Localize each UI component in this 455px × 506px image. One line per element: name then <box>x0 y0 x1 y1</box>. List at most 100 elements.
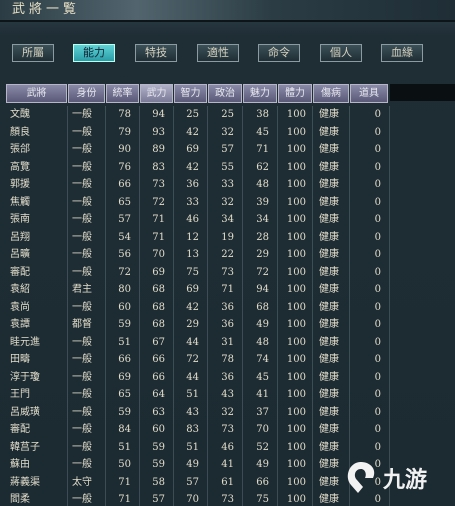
officer-rank: 太守 <box>72 476 92 488</box>
table-row[interactable]: 袁紹 君主 80 68 69 71 94 100 健康 0 <box>4 281 455 299</box>
stat-lead: 50 <box>118 459 131 470</box>
officer-rank: 一般 <box>72 179 92 190</box>
tab-affiliation[interactable]: 所屬 <box>12 44 54 62</box>
table-row[interactable]: 呂翔 一般 54 71 12 19 28 100 健康 0 <box>4 229 455 247</box>
officer-rank: 一般 <box>72 196 92 208</box>
stat-pol: 22 <box>221 249 234 260</box>
table-row[interactable]: 張南 一般 57 71 46 34 34 100 健康 0 <box>4 211 455 229</box>
column-header-condition[interactable]: 傷病 <box>313 84 349 103</box>
stat-pol: 73 <box>221 266 234 278</box>
tab-orders[interactable]: 命令 <box>258 44 300 62</box>
column-header-war[interactable]: 武力 <box>140 84 173 103</box>
table-row[interactable]: 呂曠 一般 56 70 13 22 29 100 健康 0 <box>4 246 455 264</box>
officer-condition: 健康 <box>319 231 339 243</box>
officer-rank: 都督 <box>72 319 92 330</box>
stat-war: 89 <box>152 144 165 155</box>
column-header-rank[interactable]: 身份 <box>68 84 105 103</box>
officer-item-count: 0 <box>374 161 381 173</box>
stat-hp: 100 <box>286 389 306 400</box>
stat-int: 70 <box>186 494 199 505</box>
column-header-item[interactable]: 道具 <box>350 84 388 103</box>
stat-chr: 49 <box>256 459 269 470</box>
officer-rank: 一般 <box>72 161 92 173</box>
table-row[interactable]: 審配 一般 84 60 83 73 70 100 健康 0 <box>4 421 455 439</box>
officer-name: 審配 <box>10 424 30 435</box>
stat-int: 12 <box>186 231 199 243</box>
table-row[interactable]: 王門 一般 65 64 51 43 41 100 健康 0 <box>4 386 455 404</box>
tab-skills[interactable]: 特技 <box>135 44 177 62</box>
stat-war: 59 <box>152 441 165 453</box>
stat-pol: 32 <box>221 196 234 208</box>
column-header-charisma[interactable]: 魅力 <box>243 84 277 103</box>
stat-pol: 31 <box>221 336 234 348</box>
table-row[interactable]: 郭援 一般 66 73 36 33 48 100 健康 0 <box>4 176 455 194</box>
officer-rank: 一般 <box>72 459 92 470</box>
stat-war: 58 <box>152 476 165 488</box>
column-header-intelligence[interactable]: 智力 <box>174 84 207 103</box>
stat-int: 72 <box>186 354 199 365</box>
stat-war: 93 <box>152 126 165 138</box>
tab-personal[interactable]: 個人 <box>320 44 362 62</box>
stat-hp: 100 <box>286 319 306 330</box>
tab-lineage[interactable]: 血緣 <box>381 44 423 62</box>
officer-condition: 健康 <box>319 161 339 173</box>
officer-name: 袁尚 <box>10 301 30 313</box>
column-header-leadership[interactable]: 統率 <box>106 84 139 103</box>
stat-int: 42 <box>186 161 199 173</box>
stat-war: 70 <box>152 249 165 260</box>
officer-name: 顏良 <box>10 126 30 138</box>
stat-chr: 72 <box>256 266 269 278</box>
stat-int: 69 <box>186 284 199 295</box>
table-row[interactable]: 韓莒子 一般 51 59 51 46 52 100 健康 0 <box>4 439 455 457</box>
stat-pol: 36 <box>221 319 234 330</box>
tab-aptitude[interactable]: 適性 <box>197 44 239 62</box>
stat-lead: 90 <box>118 144 131 155</box>
officer-rank: 一般 <box>72 249 92 260</box>
stat-chr: 39 <box>256 196 269 208</box>
officer-name: 淳于瓊 <box>10 371 40 383</box>
table-row[interactable]: 高覽 一般 76 83 42 55 62 100 健康 0 <box>4 159 455 177</box>
officer-rank: 一般 <box>72 231 92 243</box>
stat-war: 67 <box>152 336 165 348</box>
table-row[interactable]: 文醜 一般 78 94 25 25 38 100 健康 0 <box>4 106 455 124</box>
table-row[interactable]: 焦觸 一般 65 72 33 32 39 100 健康 0 <box>4 194 455 212</box>
stat-hp: 100 <box>286 371 306 383</box>
officer-item-count: 0 <box>374 109 381 120</box>
table-row[interactable]: 呂威璜 一般 59 63 43 32 37 100 健康 0 <box>4 404 455 422</box>
stat-int: 29 <box>186 319 199 330</box>
officer-condition: 健康 <box>319 424 339 435</box>
stat-hp: 100 <box>286 231 306 243</box>
stat-hp: 100 <box>286 354 306 365</box>
stat-int: 69 <box>186 144 199 155</box>
officer-name: 郭援 <box>10 179 30 190</box>
stat-war: 73 <box>152 179 165 190</box>
officer-table: 武將 身份 統率 武力 智力 政治 魅力 體力 傷病 道具 文醜 一般 78 94 25… <box>4 84 455 506</box>
column-header-politics[interactable]: 政治 <box>208 84 242 103</box>
officer-name: 高覽 <box>10 161 30 173</box>
tab-ability[interactable]: 能力 <box>73 44 115 62</box>
table-row[interactable]: 袁譚 都督 59 68 29 36 49 100 健康 0 <box>4 316 455 334</box>
table-row[interactable]: 淳于瓊 一般 69 66 44 36 45 100 健康 0 <box>4 369 455 387</box>
table-row[interactable]: 審配 一般 72 69 75 73 72 100 健康 0 <box>4 264 455 282</box>
officer-rank: 一般 <box>72 126 92 138</box>
table-row[interactable]: 眭元進 一般 51 67 44 31 48 100 健康 0 <box>4 334 455 352</box>
table-row[interactable]: 顏良 一般 79 93 42 32 45 100 健康 0 <box>4 124 455 142</box>
officer-name: 韓莒子 <box>10 441 40 453</box>
table-row[interactable]: 張郃 一般 90 89 69 57 71 100 健康 0 <box>4 141 455 159</box>
officer-rank: 一般 <box>72 371 92 383</box>
officer-name: 呂威璜 <box>10 406 40 418</box>
officer-item-count: 0 <box>374 214 381 225</box>
officer-condition: 健康 <box>319 301 339 313</box>
table-row[interactable]: 袁尚 一般 60 68 42 36 68 100 健康 0 <box>4 299 455 317</box>
stat-lead: 57 <box>118 214 131 225</box>
officer-condition: 健康 <box>319 336 339 348</box>
column-header-officer[interactable]: 武將 <box>6 84 67 103</box>
stat-pol: 36 <box>221 371 234 383</box>
stat-chr: 37 <box>256 406 269 418</box>
stat-hp: 100 <box>286 284 306 295</box>
stat-chr: 48 <box>256 179 269 190</box>
header-blank-area <box>390 84 455 101</box>
stat-chr: 94 <box>256 284 269 295</box>
column-header-stamina[interactable]: 體力 <box>278 84 312 103</box>
table-row[interactable]: 田疇 一般 66 66 72 78 74 100 健康 0 <box>4 351 455 369</box>
